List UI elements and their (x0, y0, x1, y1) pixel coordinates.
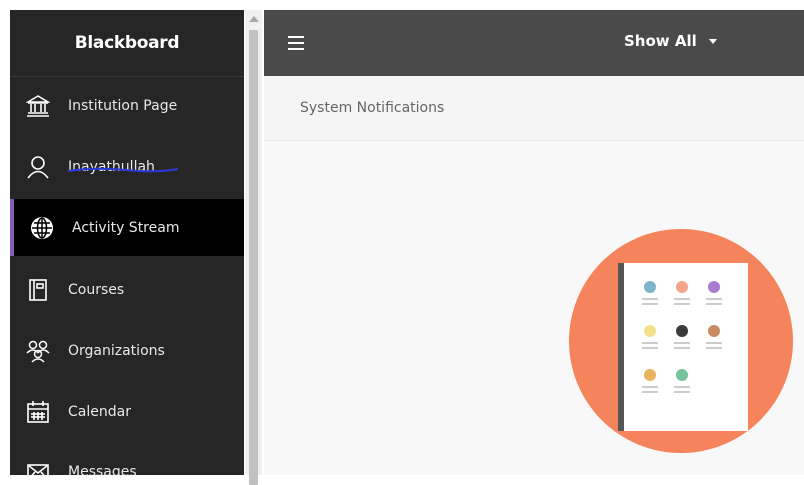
top-bar: Show All (264, 10, 804, 76)
sidebar-item-profile[interactable]: Inayathullah (10, 138, 244, 195)
sidebar-item-calendar[interactable]: Calendar (10, 383, 244, 440)
sidebar-item-label: Inayathullah (67, 159, 179, 175)
sidebar-item-label: Calendar (68, 403, 131, 420)
sidebar-item-activity-stream[interactable]: Activity Stream (10, 199, 244, 256)
sidebar-item-label: Courses (68, 281, 125, 298)
organizations-icon (26, 339, 50, 363)
sidebar-item-courses[interactable]: Courses (10, 261, 244, 318)
active-indicator (10, 199, 14, 256)
show-all-filter-dropdown[interactable]: Show All (624, 32, 717, 50)
sidebar: Blackboard Institution Page Inayathullah (10, 10, 244, 475)
scroll-up-arrow-icon[interactable] (249, 16, 259, 22)
globe-icon (30, 216, 54, 240)
scribble-redaction (67, 167, 179, 172)
sidebar-item-institution-page[interactable]: Institution Page (10, 77, 244, 134)
system-notifications-bar[interactable]: System Notifications (264, 76, 804, 141)
hamburger-menu-icon[interactable] (288, 36, 304, 50)
institution-icon (26, 94, 50, 118)
activity-stream-content (264, 141, 804, 475)
brand-logo[interactable]: Blackboard (10, 10, 244, 77)
sidebar-item-label: Activity Stream (72, 219, 180, 236)
sidebar-item-label: Institution Page (68, 97, 178, 114)
sidebar-item-label: Messages (68, 463, 137, 476)
scrollbar-thumb[interactable] (249, 30, 258, 485)
envelope-icon (26, 460, 50, 475)
system-notifications-label: System Notifications (300, 100, 445, 116)
courses-icon (26, 278, 50, 302)
sidebar-item-messages[interactable]: Messages (10, 443, 244, 475)
caret-down-icon (708, 38, 717, 44)
sidebar-item-organizations[interactable]: Organizations (10, 322, 244, 379)
sidebar-item-label: Organizations (68, 342, 165, 359)
user-icon (26, 155, 50, 179)
filter-label: Show All (624, 32, 697, 50)
empty-state-illustration (569, 229, 793, 453)
calendar-icon (26, 400, 50, 424)
sidebar-scrollbar[interactable] (245, 10, 262, 485)
